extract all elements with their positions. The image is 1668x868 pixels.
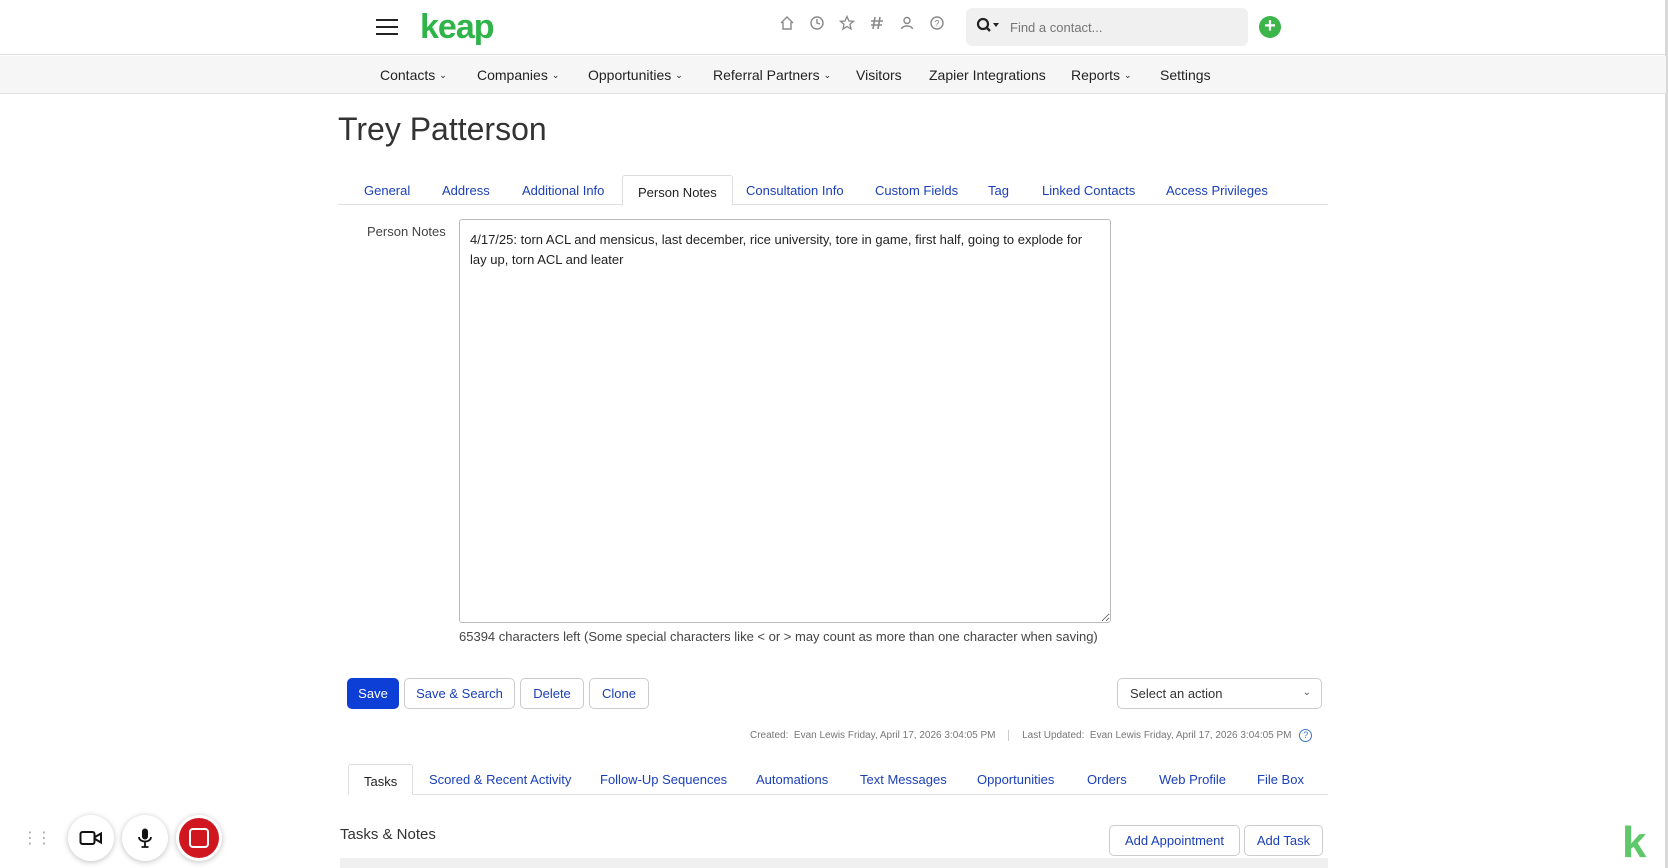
nav-settings[interactable]: Settings bbox=[1160, 67, 1211, 83]
nav-contacts[interactable]: Contacts ⌄ bbox=[380, 67, 447, 83]
svg-text:?: ? bbox=[934, 19, 939, 29]
user-icon[interactable] bbox=[898, 15, 916, 35]
page-title: Trey Patterson bbox=[338, 111, 547, 147]
help-icon[interactable]: ? bbox=[928, 15, 946, 35]
tab-automations[interactable]: Automations bbox=[756, 772, 828, 787]
save-and-search-button[interactable]: Save & Search bbox=[404, 678, 515, 709]
camera-icon[interactable] bbox=[68, 815, 114, 861]
chevron-down-icon: ⌄ bbox=[1124, 70, 1132, 80]
tab-scored-recent-activity[interactable]: Scored & Recent Activity bbox=[429, 772, 571, 787]
nav-companies[interactable]: Companies ⌄ bbox=[477, 67, 559, 83]
nav-opportunities[interactable]: Opportunities ⌄ bbox=[588, 67, 683, 83]
contact-tabs: General Address Additional Info Person N… bbox=[338, 173, 1328, 206]
star-icon[interactable] bbox=[838, 14, 856, 35]
stop-recording-button[interactable] bbox=[176, 815, 222, 861]
tab-opportunities[interactable]: Opportunities bbox=[977, 772, 1054, 787]
tab-custom-fields[interactable]: Custom Fields bbox=[875, 183, 958, 198]
top-icons: ? bbox=[778, 14, 946, 35]
tab-tasks[interactable]: Tasks bbox=[348, 764, 414, 795]
recorder-toolbar: ⋮⋮ bbox=[22, 815, 222, 861]
stop-icon bbox=[179, 818, 219, 858]
created-label: Created: bbox=[750, 730, 789, 742]
hash-icon[interactable] bbox=[868, 15, 886, 35]
tab-linked-contacts[interactable]: Linked Contacts bbox=[1042, 183, 1135, 198]
tab-access-privileges[interactable]: Access Privileges bbox=[1166, 183, 1268, 198]
tab-text-messages[interactable]: Text Messages bbox=[860, 772, 947, 787]
delete-button[interactable]: Delete bbox=[520, 678, 584, 709]
tab-file-box[interactable]: File Box bbox=[1257, 772, 1304, 787]
keap-logo[interactable]: keap bbox=[420, 8, 494, 47]
tab-web-profile[interactable]: Web Profile bbox=[1159, 772, 1226, 787]
created-value: Evan Lewis Friday, April 17, 2026 3:04:0… bbox=[793, 730, 996, 742]
person-notes-label: Person Notes bbox=[367, 224, 446, 239]
tab-consultation-info[interactable]: Consultation Info bbox=[746, 183, 844, 198]
question-icon[interactable]: ? bbox=[1299, 729, 1313, 742]
add-appointment-button[interactable]: Add Appointment bbox=[1109, 825, 1240, 856]
characters-left-text: 65394 characters left (Some special char… bbox=[459, 629, 1098, 644]
tasks-notes-heading: Tasks & Notes bbox=[340, 826, 436, 843]
tab-follow-up-sequences[interactable]: Follow-Up Sequences bbox=[600, 772, 727, 787]
updated-label: Last Updated: bbox=[1022, 730, 1085, 742]
chevron-down-icon: ⌄ bbox=[675, 70, 683, 80]
chevron-down-icon: ⌄ bbox=[551, 70, 560, 80]
contact-search[interactable] bbox=[966, 8, 1248, 46]
microphone-icon[interactable] bbox=[122, 815, 168, 861]
nav-zapier-integrations[interactable]: Zapier Integrations bbox=[929, 67, 1046, 83]
tab-tag[interactable]: Tag bbox=[988, 183, 1009, 198]
meta-divider bbox=[1008, 730, 1010, 741]
main-nav: Contacts ⌄ Companies ⌄ Opportunities ⌄ Refe… bbox=[0, 56, 1666, 94]
tab-address[interactable]: Address bbox=[442, 183, 490, 198]
tab-general[interactable]: General bbox=[364, 183, 410, 198]
record-meta: Created: Evan Lewis Friday, April 17, 20… bbox=[750, 729, 1313, 742]
action-select-value: Select an action bbox=[1130, 686, 1223, 701]
tab-orders[interactable]: Orders bbox=[1087, 772, 1127, 787]
person-notes-textarea[interactable]: 4/17/25: torn ACL and mensicus, last dec… bbox=[459, 219, 1111, 623]
clone-button[interactable]: Clone bbox=[589, 678, 649, 709]
action-select[interactable]: Select an action ⌄ bbox=[1117, 678, 1322, 709]
top-bar: keap ? + bbox=[0, 0, 1668, 55]
nav-referral-partners[interactable]: Referral Partners ⌄ bbox=[713, 67, 831, 83]
tasks-table-header bbox=[340, 858, 1328, 868]
tab-person-notes[interactable]: Person Notes bbox=[622, 175, 733, 206]
chevron-down-icon: ⌄ bbox=[1302, 687, 1311, 698]
tab-additional-info[interactable]: Additional Info bbox=[522, 183, 604, 198]
search-input[interactable] bbox=[1010, 16, 1230, 38]
updated-value: Evan Lewis Friday, April 17, 2026 3:04:0… bbox=[1089, 730, 1292, 742]
keap-corner-logo: k bbox=[1622, 818, 1647, 867]
add-icon[interactable]: + bbox=[1259, 16, 1281, 38]
chevron-down-icon: ⌄ bbox=[823, 70, 832, 80]
home-icon[interactable] bbox=[778, 15, 796, 35]
nav-visitors[interactable]: Visitors bbox=[856, 67, 902, 83]
drag-handle-icon[interactable]: ⋮⋮ bbox=[22, 828, 52, 848]
add-task-button[interactable]: Add Task bbox=[1244, 825, 1323, 856]
activity-tabs: Tasks Scored & Recent Activity Follow-Up… bbox=[348, 763, 1328, 795]
save-button[interactable]: Save bbox=[347, 678, 399, 709]
chevron-down-icon: ⌄ bbox=[439, 70, 447, 80]
nav-reports[interactable]: Reports ⌄ bbox=[1071, 67, 1132, 83]
clock-icon[interactable] bbox=[808, 15, 826, 35]
search-icon[interactable] bbox=[976, 17, 1000, 37]
menu-icon[interactable] bbox=[376, 19, 398, 35]
